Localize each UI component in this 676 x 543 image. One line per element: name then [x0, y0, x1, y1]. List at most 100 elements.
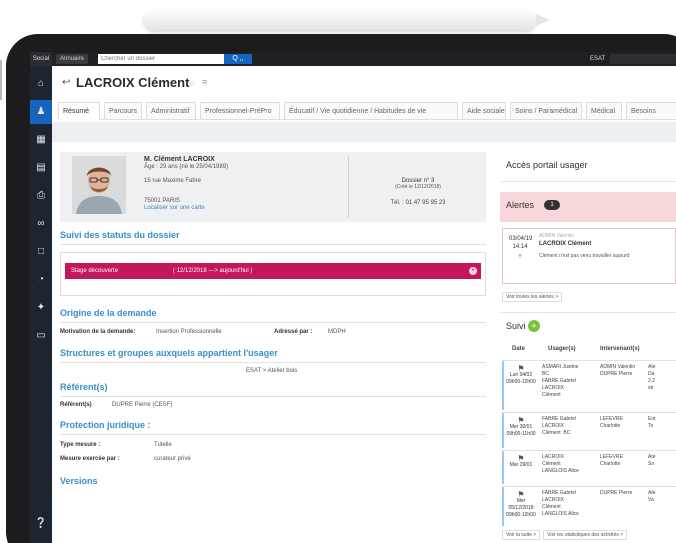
users-icon[interactable]: ♟ — [30, 100, 52, 124]
search-input[interactable] — [98, 54, 224, 64]
main-content: ↩ LACROIX Clément ☆ ≈ Résumé Parcours Ad… — [52, 66, 676, 543]
annuaire-button[interactable]: Annuaire — [56, 54, 89, 64]
stats-link[interactable]: Voir les statistiques des activités > — [543, 530, 628, 540]
sidebar: ⌂ ♟ ▦ ▤ ⎙ ∞ □ ◔ ✦ ▭ ❔ — [30, 66, 52, 543]
referent-value: DUPRE Pierre (CESF) — [112, 402, 173, 408]
suivi-usagers: FABRE Gabriel LACROIX Clément BC — [542, 416, 576, 436]
suivi-row[interactable]: ⚑ Mar 29/01 LACROIX Clément LANGLOIS Ali… — [502, 450, 676, 484]
section-protection: Protection juridique : — [60, 420, 151, 430]
stylus-tip — [536, 14, 550, 26]
divider — [60, 434, 486, 435]
suivi-usagers: FABRE Gabriel LACROIX Clément LANGLOIS A… — [542, 490, 579, 517]
pin-icon: ✝ — [517, 254, 523, 260]
chart-pie-icon[interactable]: ◔ — [30, 268, 52, 292]
portail-panel[interactable]: Accès portail usager — [500, 152, 676, 182]
home-icon[interactable]: ⌂ — [30, 72, 52, 96]
adresse-value: MDPH — [328, 329, 346, 335]
divider — [60, 362, 486, 363]
identity-card: M. Clément LACROIX Âge : 29 ans (né le 2… — [60, 152, 486, 222]
printer-icon[interactable]: ⎙ — [30, 184, 52, 208]
status-label: Stage découverte — [71, 268, 119, 274]
alert-date: 03/04/19 14:14 ✝ — [509, 235, 532, 261]
dossier-created: (Créé le 12/12/2018) — [395, 184, 441, 190]
walk-icon: ⚑ — [517, 454, 525, 463]
row-accent — [502, 413, 504, 448]
tab-professionnel[interactable]: Professionnel-PréPro — [200, 102, 280, 120]
link-tilde-icon[interactable]: ≈ — [202, 74, 208, 92]
suivi-intervenant: LEFEVRE Charlotte — [600, 416, 623, 429]
suivi-usagers: LACROIX Clément LANGLOIS Alice — [542, 454, 579, 474]
page-title: LACROIX Clément — [76, 75, 190, 90]
back-arrow-icon[interactable]: ↩ — [62, 74, 70, 92]
section-versions: Versions — [60, 476, 98, 486]
context-selector[interactable] — [610, 54, 676, 64]
suivi-title: Suivi — [506, 321, 526, 331]
suivi-columns: Date Usager(s) Intervenant(s) — [500, 346, 676, 358]
alert-message: Clément n'est pas venu travailler aujour… — [539, 253, 630, 259]
help-icon[interactable]: ❔ — [30, 512, 52, 536]
suivi-extra: Ate Da 2.2 str — [648, 364, 656, 391]
identity-street: 15 rue Maxime Fabre — [144, 178, 202, 184]
suivi-date-text: Mer 05/12/2018 09h00-12h00 — [506, 498, 536, 518]
document-icon[interactable]: ▤ — [30, 156, 52, 180]
motivation-label: Motivation de la demande: — [60, 329, 136, 335]
tab-administratif[interactable]: Administratif — [146, 102, 196, 120]
alert-subject: LACROIX Clément — [539, 241, 592, 247]
right-column: Accès portail usager Alertes 1 03/04/19 … — [500, 142, 676, 543]
alert-item[interactable]: 03/04/19 14:14 ✝ ADMIN Valentin LACROIX … — [502, 228, 676, 284]
suivi-date-text: Lun 04/02 09h00-12h00 — [506, 372, 536, 385]
file-icon[interactable]: □ — [30, 240, 52, 264]
alerts-title: Alertes — [506, 200, 535, 210]
tab-besoins[interactable]: Besoins — [626, 102, 676, 120]
suivi-extra: Ent To — [648, 416, 656, 429]
status-close-icon[interactable]: • — [469, 267, 477, 275]
suivi-row[interactable]: ⚑ Mer 05/12/2018 09h00-12h00 FABRE Gabri… — [502, 486, 676, 526]
tab-aide-sociale[interactable]: Aide sociale — [462, 102, 506, 120]
toolbar-strip — [52, 122, 676, 142]
favorite-star-icon[interactable]: ☆ — [188, 74, 196, 92]
tab-educatif[interactable]: Éducatif / Vie quotidienne / Habitudes d… — [284, 102, 458, 120]
suivi-intervenant: ADMIN Valentin DUPRE Pierre — [600, 364, 636, 377]
screen-icon[interactable]: ▭ — [30, 324, 52, 348]
identity-name: M. Clément LACROIX — [144, 156, 215, 163]
all-alerts-link[interactable]: Voir toutes les alertes > — [502, 292, 563, 302]
status-panel: Stage découverte ( 12/12/2018 ---> aujou… — [60, 252, 486, 296]
tab-medical[interactable]: Médical — [586, 102, 622, 120]
tab-parcours[interactable]: Parcours — [104, 102, 142, 120]
suivi-date: ⚑ Mer 30/01 09h00-11h00 — [506, 417, 536, 438]
tab-soins[interactable]: Soins / Paramédical — [510, 102, 582, 120]
suivi-usagers: ASMARI Justine BC FABRE Gabriel LACROIX … — [542, 364, 579, 398]
tab-resume[interactable]: Résumé — [58, 102, 100, 120]
add-suivi-button[interactable]: + — [528, 320, 540, 332]
see-more-link[interactable]: Voir la suite > — [502, 530, 541, 540]
adresse-label: Adressé par : — [274, 329, 313, 335]
alerts-panel: Alertes 1 — [500, 192, 676, 222]
divider — [60, 244, 486, 245]
search-button[interactable]: Q ,, — [224, 54, 252, 64]
module-social[interactable]: Social — [30, 52, 52, 66]
section-suivi-statuts: Suivi des statuts du dossier — [60, 230, 180, 240]
context-label: ESAT — [590, 56, 606, 62]
calendar-icon[interactable]: ▦ — [30, 128, 52, 152]
stylus-pencil — [144, 10, 536, 30]
divider — [60, 322, 486, 323]
alerts-count-badge: 1 — [544, 200, 560, 210]
link-icon[interactable]: ∞ — [30, 212, 52, 236]
suivi-header: Suivi + — [500, 312, 676, 340]
motivation-value: Insertion Professionnelle — [156, 329, 222, 335]
section-origine: Origine de la demande — [60, 308, 157, 318]
status-dates: ( 12/12/2018 ---> aujourd'hui ) — [173, 268, 253, 274]
row-accent — [502, 451, 504, 484]
type-mesure-value: Tutelle — [154, 442, 172, 448]
wrench-icon[interactable]: ✦ — [30, 296, 52, 320]
map-link[interactable]: Localiser sur une carte — [144, 205, 205, 211]
suivi-intervenant: LEFEVRE Charlotte — [600, 454, 623, 467]
suivi-date: ⚑ Mer 05/12/2018 09h00-12h00 — [506, 491, 536, 519]
suivi-row[interactable]: ⚑ Lun 04/02 09h00-12h00 ASMARI Justine B… — [502, 360, 676, 410]
divider — [60, 396, 486, 397]
suivi-row[interactable]: ⚑ Mer 30/01 09h00-11h00 FABRE Gabriel LA… — [502, 412, 676, 448]
col-intervenants: Intervenant(s) — [600, 346, 640, 352]
type-mesure-label: Type mesure : — [60, 442, 101, 448]
identity-age: Âge : 29 ans (né le 25/04/1989) — [144, 164, 229, 170]
status-bar[interactable]: Stage découverte ( 12/12/2018 ---> aujou… — [65, 263, 481, 279]
